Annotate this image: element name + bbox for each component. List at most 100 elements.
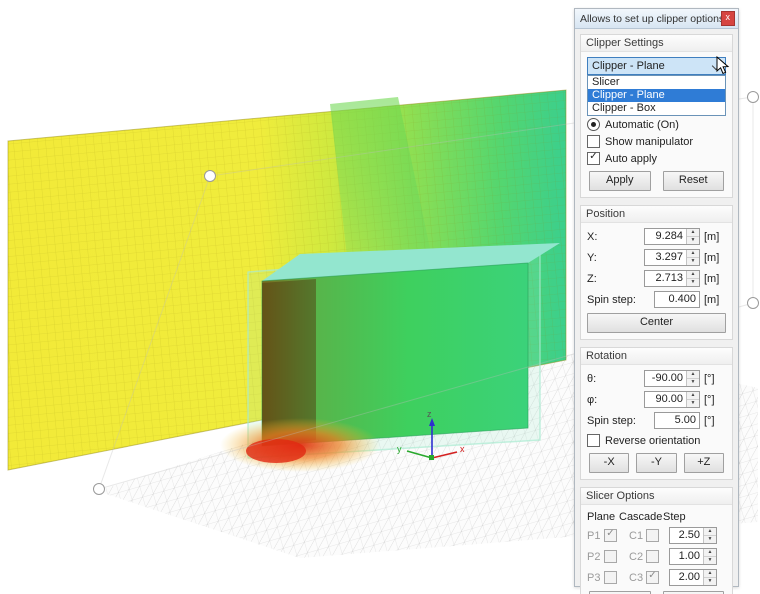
cascade-1-checkbox[interactable]: [646, 529, 659, 542]
header-plane: Plane: [587, 511, 616, 523]
auto-apply-checkbox[interactable]: [587, 152, 600, 165]
dropdown-option-clipper-plane[interactable]: Clipper - Plane: [588, 89, 725, 102]
position-z-input[interactable]: 2.713: [644, 270, 700, 287]
rotation-spin-step-input[interactable]: 5.00: [654, 412, 700, 429]
unit-label: [m]: [704, 272, 720, 285]
spinner: [686, 271, 699, 286]
spin-up-button[interactable]: [687, 250, 699, 258]
axis-x-label: x: [460, 444, 465, 454]
slicer-header-row: Plane Cascade Step: [587, 511, 726, 523]
close-icon: x: [725, 12, 731, 22]
spinner: [686, 392, 699, 407]
show-manipulator-label: Show manipulator: [605, 135, 694, 148]
rotation-theta-label: θ:: [587, 372, 597, 385]
auto-apply-row[interactable]: Auto apply: [587, 151, 726, 166]
spin-down-button[interactable]: [704, 578, 716, 585]
spinner: [703, 528, 716, 543]
clipper-type-combobox[interactable]: Clipper - Plane: [587, 57, 726, 75]
axis-y-label: y: [397, 444, 402, 454]
rotation-phi-input[interactable]: 90.00: [644, 391, 700, 408]
group-label-slicer-options: Slicer Options: [581, 488, 732, 505]
plane-2-checkbox[interactable]: [604, 550, 617, 563]
clip-plane-handle[interactable]: [747, 297, 759, 309]
spinner: [686, 229, 699, 244]
spin-down-button[interactable]: [687, 379, 699, 386]
automatic-radio-row[interactable]: Automatic (On): [587, 117, 726, 132]
clipper-type-dropdown-list: Slicer Clipper - Plane Clipper - Box: [587, 75, 726, 116]
step-1-input[interactable]: 2.50: [669, 527, 717, 544]
spin-down-button[interactable]: [687, 258, 699, 265]
step-3-input[interactable]: 2.00: [669, 569, 717, 586]
spinner: [686, 371, 699, 386]
show-manipulator-checkbox[interactable]: [587, 135, 600, 148]
spin-down-button[interactable]: [687, 279, 699, 286]
header-cascade: Cascade: [619, 511, 663, 523]
position-spin-step-input[interactable]: 0.400: [654, 291, 700, 308]
position-y-label: Y:: [587, 251, 597, 264]
spin-down-button[interactable]: [687, 400, 699, 407]
spin-up-button[interactable]: [687, 371, 699, 379]
unit-label: [m]: [704, 251, 720, 264]
plus-z-button[interactable]: +Z: [683, 453, 724, 473]
unit-label: [°]: [704, 414, 715, 427]
cascade-1-label: C1: [629, 529, 644, 542]
close-button[interactable]: x: [720, 11, 735, 26]
spinner: [703, 549, 716, 564]
group-label-clipper-settings: Clipper Settings: [581, 35, 732, 52]
unit-label: [m]: [704, 293, 720, 306]
spin-up-button[interactable]: [704, 549, 716, 557]
spin-up-button[interactable]: [704, 528, 716, 536]
plane-3-checkbox[interactable]: [604, 571, 617, 584]
spin-up-button[interactable]: [687, 271, 699, 279]
panel-title: Allows to set up clipper options.: [580, 12, 721, 25]
spin-down-button[interactable]: [687, 237, 699, 244]
rotation-theta-input[interactable]: -90.00: [644, 370, 700, 387]
combobox-value: Clipper - Plane: [592, 60, 665, 72]
show-manipulator-row[interactable]: Show manipulator: [587, 134, 726, 149]
reverse-orientation-row[interactable]: Reverse orientation: [587, 433, 726, 448]
unit-label: [°]: [704, 372, 715, 385]
cascade-2-checkbox[interactable]: [646, 550, 659, 563]
spin-up-button[interactable]: [687, 392, 699, 400]
auto-apply-label: Auto apply: [605, 152, 657, 165]
position-z-label: Z:: [587, 272, 597, 285]
clip-plane-handle[interactable]: [747, 91, 759, 103]
position-spin-step-label: Spin step:: [587, 293, 636, 306]
cascade-2-label: C2: [629, 550, 644, 563]
minus-x-button[interactable]: -X: [589, 453, 630, 473]
step-2-input[interactable]: 1.00: [669, 548, 717, 565]
spin-up-button[interactable]: [687, 229, 699, 237]
unit-label: [°]: [704, 393, 715, 406]
panel-body: Clipper Settings Clipper - Plane Slicer …: [575, 29, 738, 594]
reset-button[interactable]: Reset: [662, 171, 724, 191]
position-y-input[interactable]: 3.297: [644, 249, 700, 266]
dropdown-option-clipper-box[interactable]: Clipper - Box: [588, 102, 725, 115]
spin-down-button[interactable]: [704, 557, 716, 564]
clipper-settings-group: Clipper Settings Clipper - Plane Slicer …: [580, 34, 733, 198]
dropdown-option-slicer[interactable]: Slicer: [588, 76, 725, 89]
reverse-orientation-label: Reverse orientation: [605, 434, 701, 447]
panel-titlebar[interactable]: Allows to set up clipper options. x: [575, 9, 738, 29]
spinner: [686, 250, 699, 265]
spin-down-button[interactable]: [704, 536, 716, 543]
clip-plane-handle[interactable]: [93, 483, 105, 495]
slicer-row-1: P1 C1 2.50: [587, 527, 726, 544]
position-group: Position X: 9.284 [m] Y: 3.297: [580, 205, 733, 340]
center-button[interactable]: Center: [587, 313, 726, 333]
slicer-row-2: P2 C2 1.00: [587, 548, 726, 565]
plane-1-label: P1: [587, 529, 601, 542]
automatic-label: Automatic (On): [605, 118, 679, 131]
reverse-orientation-checkbox[interactable]: [587, 434, 600, 447]
position-x-input[interactable]: 9.284: [644, 228, 700, 245]
header-step: Step: [663, 511, 686, 523]
plane-2-label: P2: [587, 550, 601, 563]
spin-up-button[interactable]: [704, 570, 716, 578]
automatic-radio[interactable]: [587, 118, 600, 131]
clip-plane-handle[interactable]: [204, 170, 216, 182]
apply-button[interactable]: Apply: [589, 171, 651, 191]
plane-1-checkbox[interactable]: [604, 529, 617, 542]
minus-y-button[interactable]: -Y: [636, 453, 677, 473]
position-x-label: X:: [587, 230, 598, 243]
cascade-3-checkbox[interactable]: [646, 571, 659, 584]
app-window: z x y Allows to set up clipper options. …: [0, 0, 760, 594]
